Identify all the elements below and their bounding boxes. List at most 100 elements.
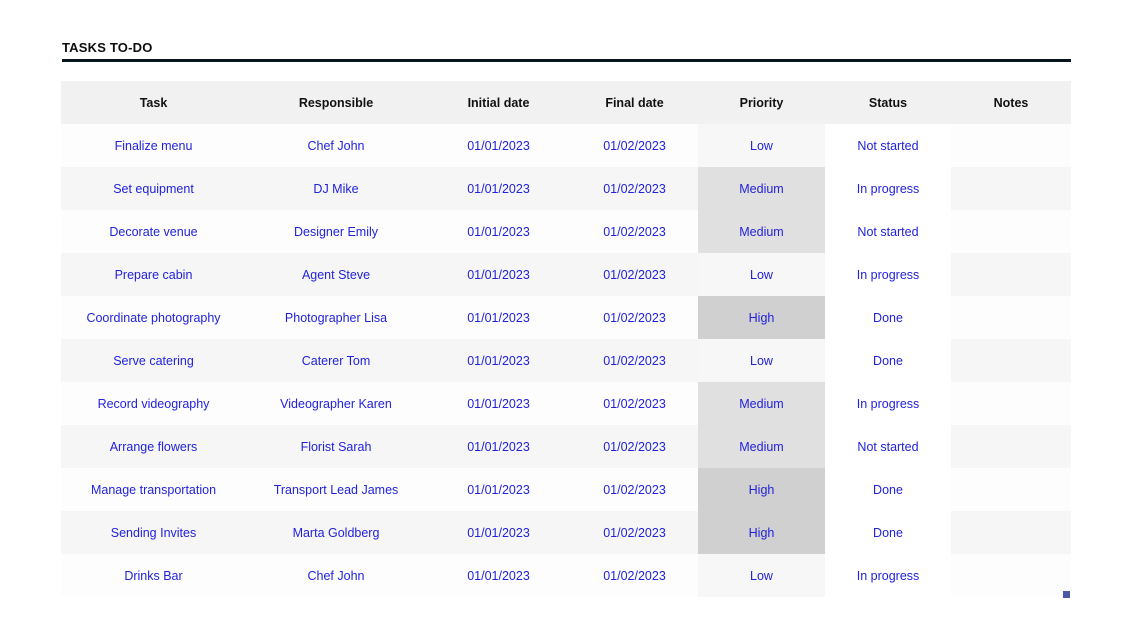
cell-priority[interactable]: High <box>698 296 825 339</box>
cell-initial-date[interactable]: 01/01/2023 <box>426 425 571 468</box>
table-resize-handle[interactable] <box>1063 591 1070 598</box>
cell-responsible[interactable]: Chef John <box>246 124 426 167</box>
cell-task[interactable]: Drinks Bar <box>61 554 246 597</box>
cell-initial-date[interactable]: 01/01/2023 <box>426 253 571 296</box>
title-block: TASKS TO-DO <box>62 40 1071 62</box>
cell-task[interactable]: Coordinate photography <box>61 296 246 339</box>
cell-notes[interactable] <box>951 210 1071 253</box>
column-header-task[interactable]: Task <box>61 81 246 124</box>
table-row[interactable]: Manage transportation Transport Lead Jame… <box>61 468 1071 511</box>
page-title: TASKS TO-DO <box>62 40 153 55</box>
cell-status[interactable]: Done <box>825 468 951 511</box>
cell-initial-date[interactable]: 01/01/2023 <box>426 339 571 382</box>
cell-task[interactable]: Prepare cabin <box>61 253 246 296</box>
cell-final-date[interactable]: 01/02/2023 <box>571 468 698 511</box>
cell-responsible[interactable]: DJ Mike <box>246 167 426 210</box>
cell-task[interactable]: Set equipment <box>61 167 246 210</box>
cell-final-date[interactable]: 01/02/2023 <box>571 253 698 296</box>
cell-status[interactable]: In progress <box>825 382 951 425</box>
cell-responsible[interactable]: Marta Goldberg <box>246 511 426 554</box>
cell-initial-date[interactable]: 01/01/2023 <box>426 554 571 597</box>
column-header-initial-date[interactable]: Initial date <box>426 81 571 124</box>
cell-responsible[interactable]: Transport Lead James <box>246 468 426 511</box>
cell-responsible[interactable]: Agent Steve <box>246 253 426 296</box>
cell-priority[interactable]: Low <box>698 339 825 382</box>
column-header-final-date[interactable]: Final date <box>571 81 698 124</box>
cell-task[interactable]: Finalize menu <box>61 124 246 167</box>
cell-initial-date[interactable]: 01/01/2023 <box>426 210 571 253</box>
cell-status[interactable]: In progress <box>825 253 951 296</box>
cell-initial-date[interactable]: 01/01/2023 <box>426 124 571 167</box>
cell-final-date[interactable]: 01/02/2023 <box>571 124 698 167</box>
table-row[interactable]: Decorate venue Designer Emily 01/01/2023 01… <box>61 210 1071 253</box>
cell-responsible[interactable]: Photographer Lisa <box>246 296 426 339</box>
table-row[interactable]: Sending Invites Marta Goldberg 01/01/2023 0… <box>61 511 1071 554</box>
cell-responsible[interactable]: Videographer Karen <box>246 382 426 425</box>
cell-status[interactable]: In progress <box>825 167 951 210</box>
cell-priority[interactable]: Medium <box>698 425 825 468</box>
cell-task[interactable]: Record videography <box>61 382 246 425</box>
table-row[interactable]: Set equipment DJ Mike 01/01/2023 01/02/2023… <box>61 167 1071 210</box>
cell-notes[interactable] <box>951 253 1071 296</box>
table-row[interactable]: Arrange flowers Florist Sarah 01/01/2023 01… <box>61 425 1071 468</box>
cell-task[interactable]: Sending Invites <box>61 511 246 554</box>
cell-initial-date[interactable]: 01/01/2023 <box>426 296 571 339</box>
cell-task[interactable]: Manage transportation <box>61 468 246 511</box>
cell-task[interactable]: Decorate venue <box>61 210 246 253</box>
table-row[interactable]: Record videography Videographer Karen 01/0… <box>61 382 1071 425</box>
cell-final-date[interactable]: 01/02/2023 <box>571 382 698 425</box>
cell-task[interactable]: Serve catering <box>61 339 246 382</box>
cell-priority[interactable]: Medium <box>698 382 825 425</box>
cell-status[interactable]: Done <box>825 511 951 554</box>
column-header-notes[interactable]: Notes <box>951 81 1071 124</box>
cell-priority[interactable]: Low <box>698 554 825 597</box>
cell-priority[interactable]: Low <box>698 253 825 296</box>
table-row[interactable]: Serve catering Caterer Tom 01/01/2023 01/02… <box>61 339 1071 382</box>
column-header-status[interactable]: Status <box>825 81 951 124</box>
cell-responsible[interactable]: Chef John <box>246 554 426 597</box>
cell-priority[interactable]: Low <box>698 124 825 167</box>
cell-notes[interactable] <box>951 425 1071 468</box>
cell-final-date[interactable]: 01/02/2023 <box>571 511 698 554</box>
cell-priority[interactable]: Medium <box>698 167 825 210</box>
cell-responsible[interactable]: Caterer Tom <box>246 339 426 382</box>
column-header-responsible[interactable]: Responsible <box>246 81 426 124</box>
cell-notes[interactable] <box>951 382 1071 425</box>
cell-notes[interactable] <box>951 339 1071 382</box>
cell-notes[interactable] <box>951 468 1071 511</box>
cell-initial-date[interactable]: 01/01/2023 <box>426 167 571 210</box>
cell-task[interactable]: Arrange flowers <box>61 425 246 468</box>
cell-priority[interactable]: High <box>698 468 825 511</box>
cell-final-date[interactable]: 01/02/2023 <box>571 339 698 382</box>
cell-final-date[interactable]: 01/02/2023 <box>571 296 698 339</box>
cell-notes[interactable] <box>951 124 1071 167</box>
table-row[interactable]: Finalize menu Chef John 01/01/2023 01/02/20… <box>61 124 1071 167</box>
cell-initial-date[interactable]: 01/01/2023 <box>426 468 571 511</box>
cell-status[interactable]: Not started <box>825 425 951 468</box>
column-header-priority[interactable]: Priority <box>698 81 825 124</box>
cell-final-date[interactable]: 01/02/2023 <box>571 554 698 597</box>
cell-initial-date[interactable]: 01/01/2023 <box>426 382 571 425</box>
table-row[interactable]: Coordinate photography Photographer Lisa 0… <box>61 296 1071 339</box>
cell-initial-date[interactable]: 01/01/2023 <box>426 511 571 554</box>
table-row[interactable]: Drinks Bar Chef John 01/01/2023 01/02/2023 L… <box>61 554 1071 597</box>
cell-notes[interactable] <box>951 554 1071 597</box>
table-row[interactable]: Prepare cabin Agent Steve 01/01/2023 01/02/… <box>61 253 1071 296</box>
title-underline-rule <box>62 59 1071 62</box>
cell-final-date[interactable]: 01/02/2023 <box>571 210 698 253</box>
cell-notes[interactable] <box>951 167 1071 210</box>
cell-status[interactable]: Done <box>825 339 951 382</box>
cell-priority[interactable]: High <box>698 511 825 554</box>
cell-status[interactable]: Done <box>825 296 951 339</box>
table-header-row: Task Responsible Initial date Final date… <box>61 81 1071 124</box>
cell-final-date[interactable]: 01/02/2023 <box>571 425 698 468</box>
cell-responsible[interactable]: Florist Sarah <box>246 425 426 468</box>
cell-notes[interactable] <box>951 511 1071 554</box>
cell-status[interactable]: Not started <box>825 210 951 253</box>
cell-responsible[interactable]: Designer Emily <box>246 210 426 253</box>
cell-priority[interactable]: Medium <box>698 210 825 253</box>
cell-status[interactable]: Not started <box>825 124 951 167</box>
cell-status[interactable]: In progress <box>825 554 951 597</box>
cell-final-date[interactable]: 01/02/2023 <box>571 167 698 210</box>
cell-notes[interactable] <box>951 296 1071 339</box>
